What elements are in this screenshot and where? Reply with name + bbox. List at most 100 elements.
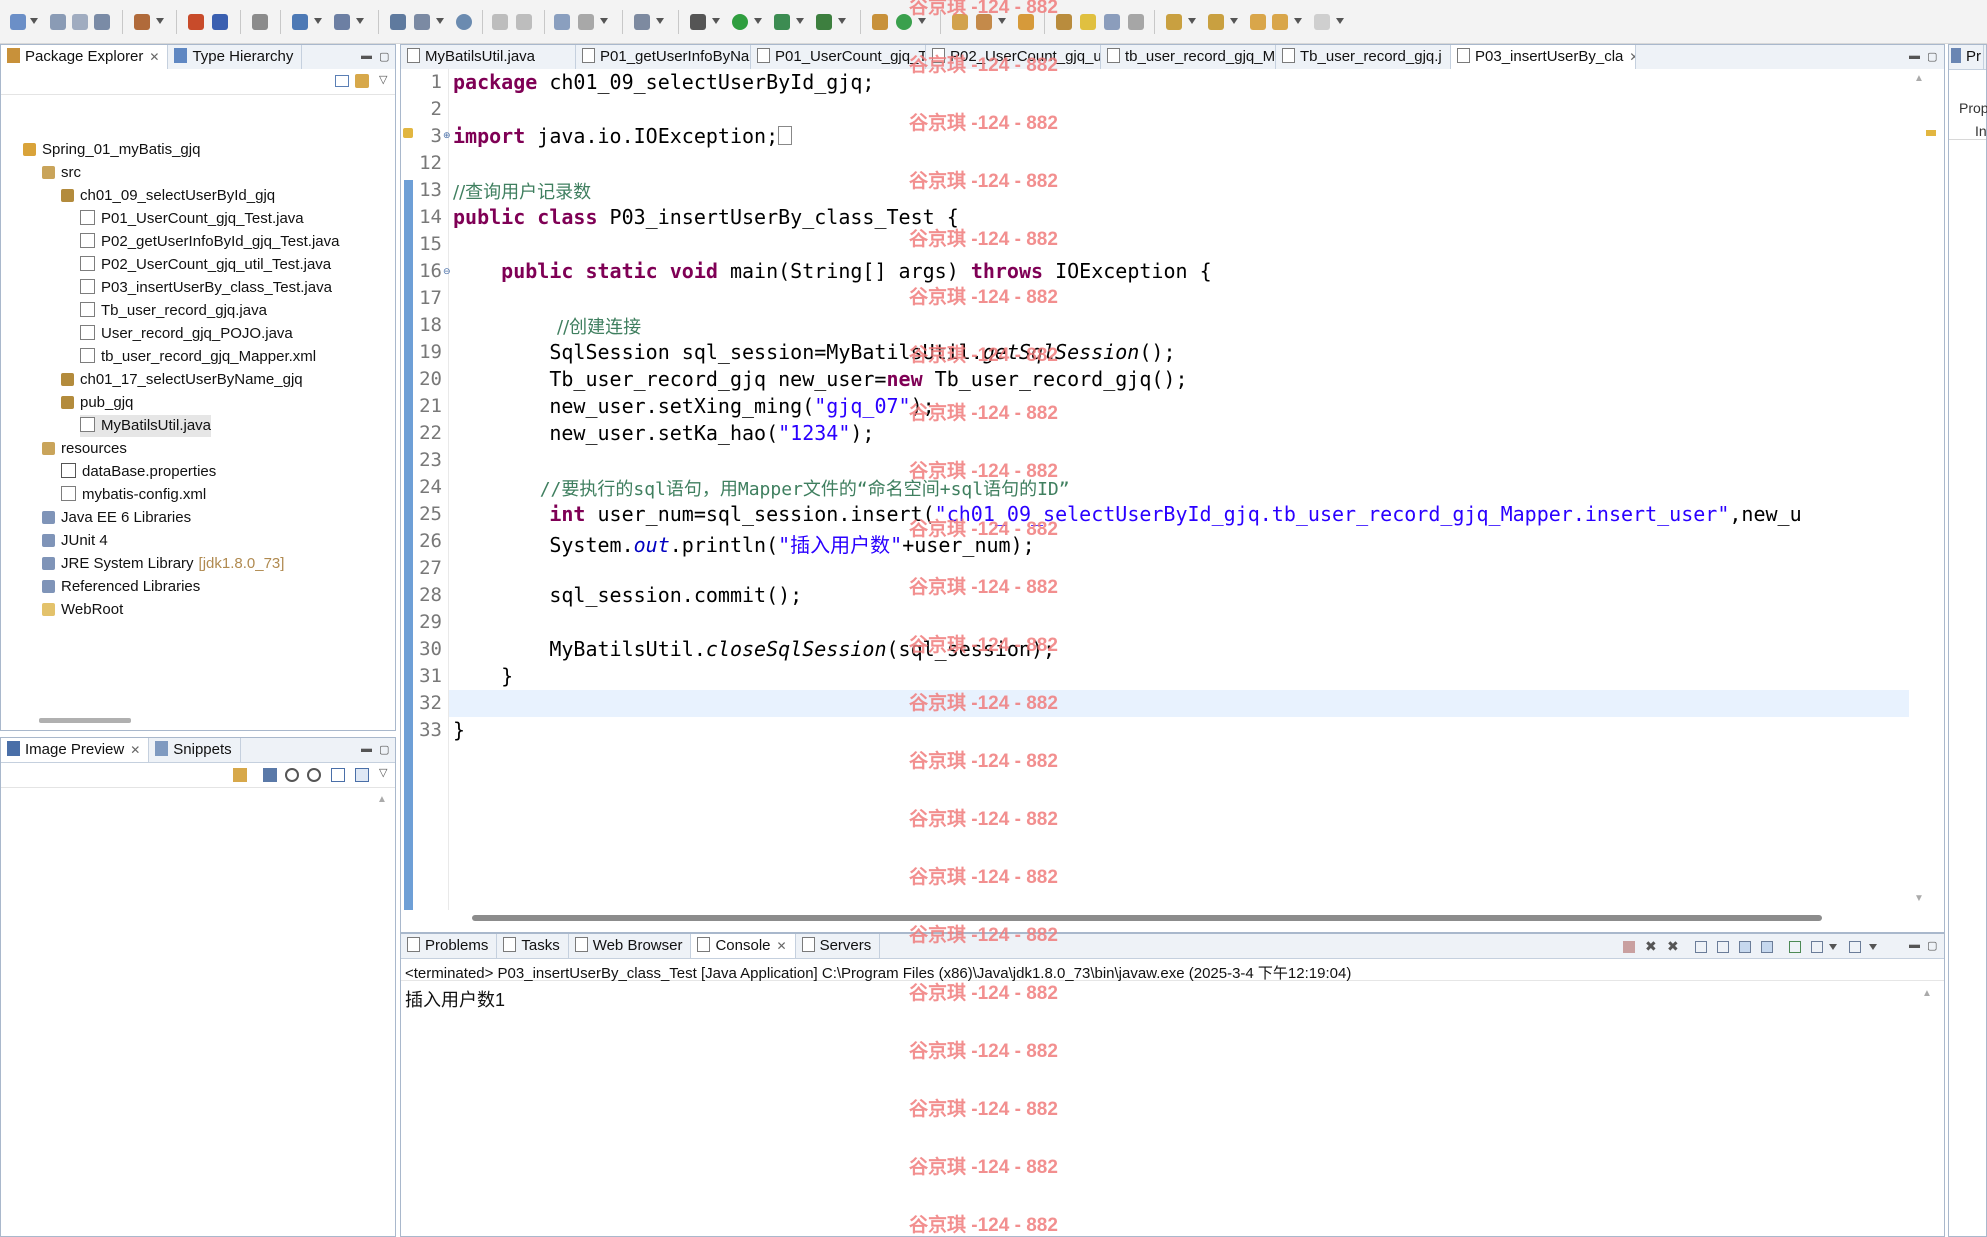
next-annotation-dropdown-icon[interactable]: [1188, 18, 1196, 24]
remove-launch-icon[interactable]: ✖: [1645, 938, 1657, 955]
scroll-down-icon[interactable]: ▼: [1914, 893, 1924, 904]
folded-imports-icon[interactable]: [778, 126, 793, 145]
minimize-icon[interactable]: ▬: [1909, 939, 1920, 951]
maximize-icon[interactable]: ▢: [379, 50, 389, 63]
link-with-editor-icon[interactable]: [355, 74, 369, 88]
minimize-icon[interactable]: ▬: [1909, 50, 1920, 62]
code-line[interactable]: new_user.setKa_hao("1234");: [453, 421, 874, 445]
tree-item[interactable]: P02_getUserInfoById_gjq_Test.java: [80, 231, 339, 253]
display-console-dropdown-icon[interactable]: [1829, 944, 1837, 950]
new-icon[interactable]: [10, 14, 26, 30]
debug-icon[interactable]: [690, 14, 706, 30]
scroll-up-icon[interactable]: ▲: [1922, 988, 1932, 999]
code-line[interactable]: import java.io.IOException;: [453, 124, 793, 148]
tab-mybatilsutil-java[interactable]: MyBatilsUtil.java: [401, 45, 576, 69]
tree-item[interactable]: ch01_17_selectUserByName_gjq: [61, 369, 303, 391]
tree-item[interactable]: WebRoot: [42, 599, 123, 621]
debug-dropdown-icon[interactable]: [712, 18, 720, 24]
tree-item[interactable]: ch01_09_selectUserById_gjq: [61, 185, 275, 207]
back-icon[interactable]: [1272, 14, 1288, 30]
close-icon[interactable]: ✕: [149, 50, 159, 64]
highlight-icon[interactable]: [1080, 14, 1096, 30]
run-dropdown-icon[interactable]: [754, 18, 762, 24]
tree-item[interactable]: src: [42, 162, 81, 184]
show-on-error-icon[interactable]: [1761, 941, 1773, 953]
close-icon[interactable]: ✕: [130, 743, 140, 757]
horizontal-scrollbar[interactable]: [472, 915, 1822, 921]
code-line[interactable]: //查询用户记录数: [453, 178, 591, 204]
tab-snippets[interactable]: Snippets: [149, 738, 241, 762]
debug-config-icon[interactable]: [414, 14, 430, 30]
view-menu-icon[interactable]: ▽: [379, 766, 387, 779]
save-icon[interactable]: [50, 14, 66, 30]
tab-tb-user-record-gjq-j[interactable]: Tb_user_record_gjq.j: [1276, 45, 1451, 69]
tab-console[interactable]: Console ✕: [691, 934, 796, 958]
tree-item[interactable]: User_record_gjq_POJO.java: [80, 323, 293, 345]
original-size-icon[interactable]: [331, 768, 345, 782]
debug-config-dropdown-icon[interactable]: [436, 18, 444, 24]
prev-annotation-icon[interactable]: [1208, 14, 1224, 30]
block-selection-icon[interactable]: [1104, 14, 1120, 30]
overview-warning-marker[interactable]: [1926, 130, 1936, 136]
tab-properties[interactable]: Pr: [1949, 45, 1984, 69]
new-dropdown-icon[interactable]: [30, 18, 38, 24]
close-icon[interactable]: ✕: [1629, 50, 1635, 64]
globe-icon[interactable]: [456, 14, 472, 30]
server-dropdown-icon[interactable]: [156, 18, 164, 24]
tab-image-preview[interactable]: Image Preview ✕: [1, 738, 150, 762]
terminal-icon[interactable]: [634, 14, 650, 30]
tree-item[interactable]: Spring_01_myBatis_gjq: [23, 139, 200, 161]
tab-web-browser[interactable]: Web Browser: [569, 934, 692, 958]
tab-tb-user-record-gjq-m[interactable]: tb_user_record_gjq_M: [1101, 45, 1276, 69]
tree-item[interactable]: pub_gjq: [61, 392, 133, 414]
open-type-icon[interactable]: [188, 14, 204, 30]
tab-p01-getuserinfobynam[interactable]: P01_getUserInfoByNam: [576, 45, 751, 69]
close-icon[interactable]: ✕: [777, 939, 787, 953]
open-perspective-icon[interactable]: [390, 14, 406, 30]
run-icon[interactable]: [732, 14, 748, 30]
terminal-dropdown-icon[interactable]: [656, 18, 664, 24]
code-line[interactable]: //创建连接: [557, 313, 641, 339]
code-line[interactable]: SqlSession sql_session=MyBatilsUtil.getS…: [453, 340, 1175, 364]
show-on-output-icon[interactable]: [1739, 941, 1751, 953]
code-line[interactable]: }: [453, 718, 465, 742]
code-line[interactable]: public class P03_insertUserBy_class_Test…: [453, 205, 959, 229]
minimize-icon[interactable]: ▬: [361, 743, 372, 755]
tab-p01-usercount-gjq-te[interactable]: P01_UserCount_gjq_Te: [751, 45, 926, 69]
maximize-icon[interactable]: ▢: [379, 743, 389, 756]
forward-history-icon[interactable]: [516, 14, 532, 30]
tab-package-explorer[interactable]: Package Explorer ✕: [1, 45, 169, 69]
prev-annotation-dropdown-icon[interactable]: [1230, 18, 1238, 24]
back-dropdown-icon[interactable]: [1294, 18, 1302, 24]
fit-image-icon[interactable]: [263, 768, 277, 782]
code-line[interactable]: int user_num=sql_session.insert("ch01_09…: [453, 502, 1801, 526]
scroll-lock-icon[interactable]: [1717, 941, 1729, 953]
tab-tasks[interactable]: Tasks: [497, 934, 569, 958]
tab-problems[interactable]: Problems: [401, 934, 498, 958]
clear-console-icon[interactable]: [1695, 941, 1707, 953]
coverage-dropdown-icon[interactable]: [796, 18, 804, 24]
tree-item[interactable]: JUnit 4: [42, 530, 108, 552]
tree-item[interactable]: mybatis-config.xml: [61, 484, 206, 506]
last-edit-icon[interactable]: [1250, 14, 1266, 30]
code-line[interactable]: public static void main(String[] args) t…: [453, 259, 1211, 283]
search-icon[interactable]: [252, 14, 268, 30]
wizard-dropdown-icon[interactable]: [600, 18, 608, 24]
new-component-icon[interactable]: [554, 14, 570, 30]
tree-item[interactable]: MyBatilsUtil.java: [80, 415, 212, 437]
deploy-icon[interactable]: [292, 14, 308, 30]
new-server-icon[interactable]: [134, 14, 150, 30]
coverage-icon[interactable]: [774, 14, 790, 30]
forward-icon[interactable]: [1314, 14, 1330, 30]
save-all-icon[interactable]: [72, 14, 88, 30]
maximize-icon[interactable]: ▢: [1927, 50, 1937, 63]
wizard-icon[interactable]: [578, 14, 594, 30]
view-menu-icon[interactable]: ▽: [379, 73, 387, 86]
print-icon[interactable]: [94, 14, 110, 30]
code-line[interactable]: sql_session.commit();: [453, 583, 802, 607]
collapse-all-icon[interactable]: [335, 75, 349, 87]
console-output[interactable]: 插入用户数1: [405, 986, 505, 1012]
tree-item[interactable]: P01_UserCount_gjq_Test.java: [80, 208, 304, 230]
open-console-dropdown-icon[interactable]: [1869, 944, 1877, 950]
link-icon[interactable]: [233, 768, 247, 782]
